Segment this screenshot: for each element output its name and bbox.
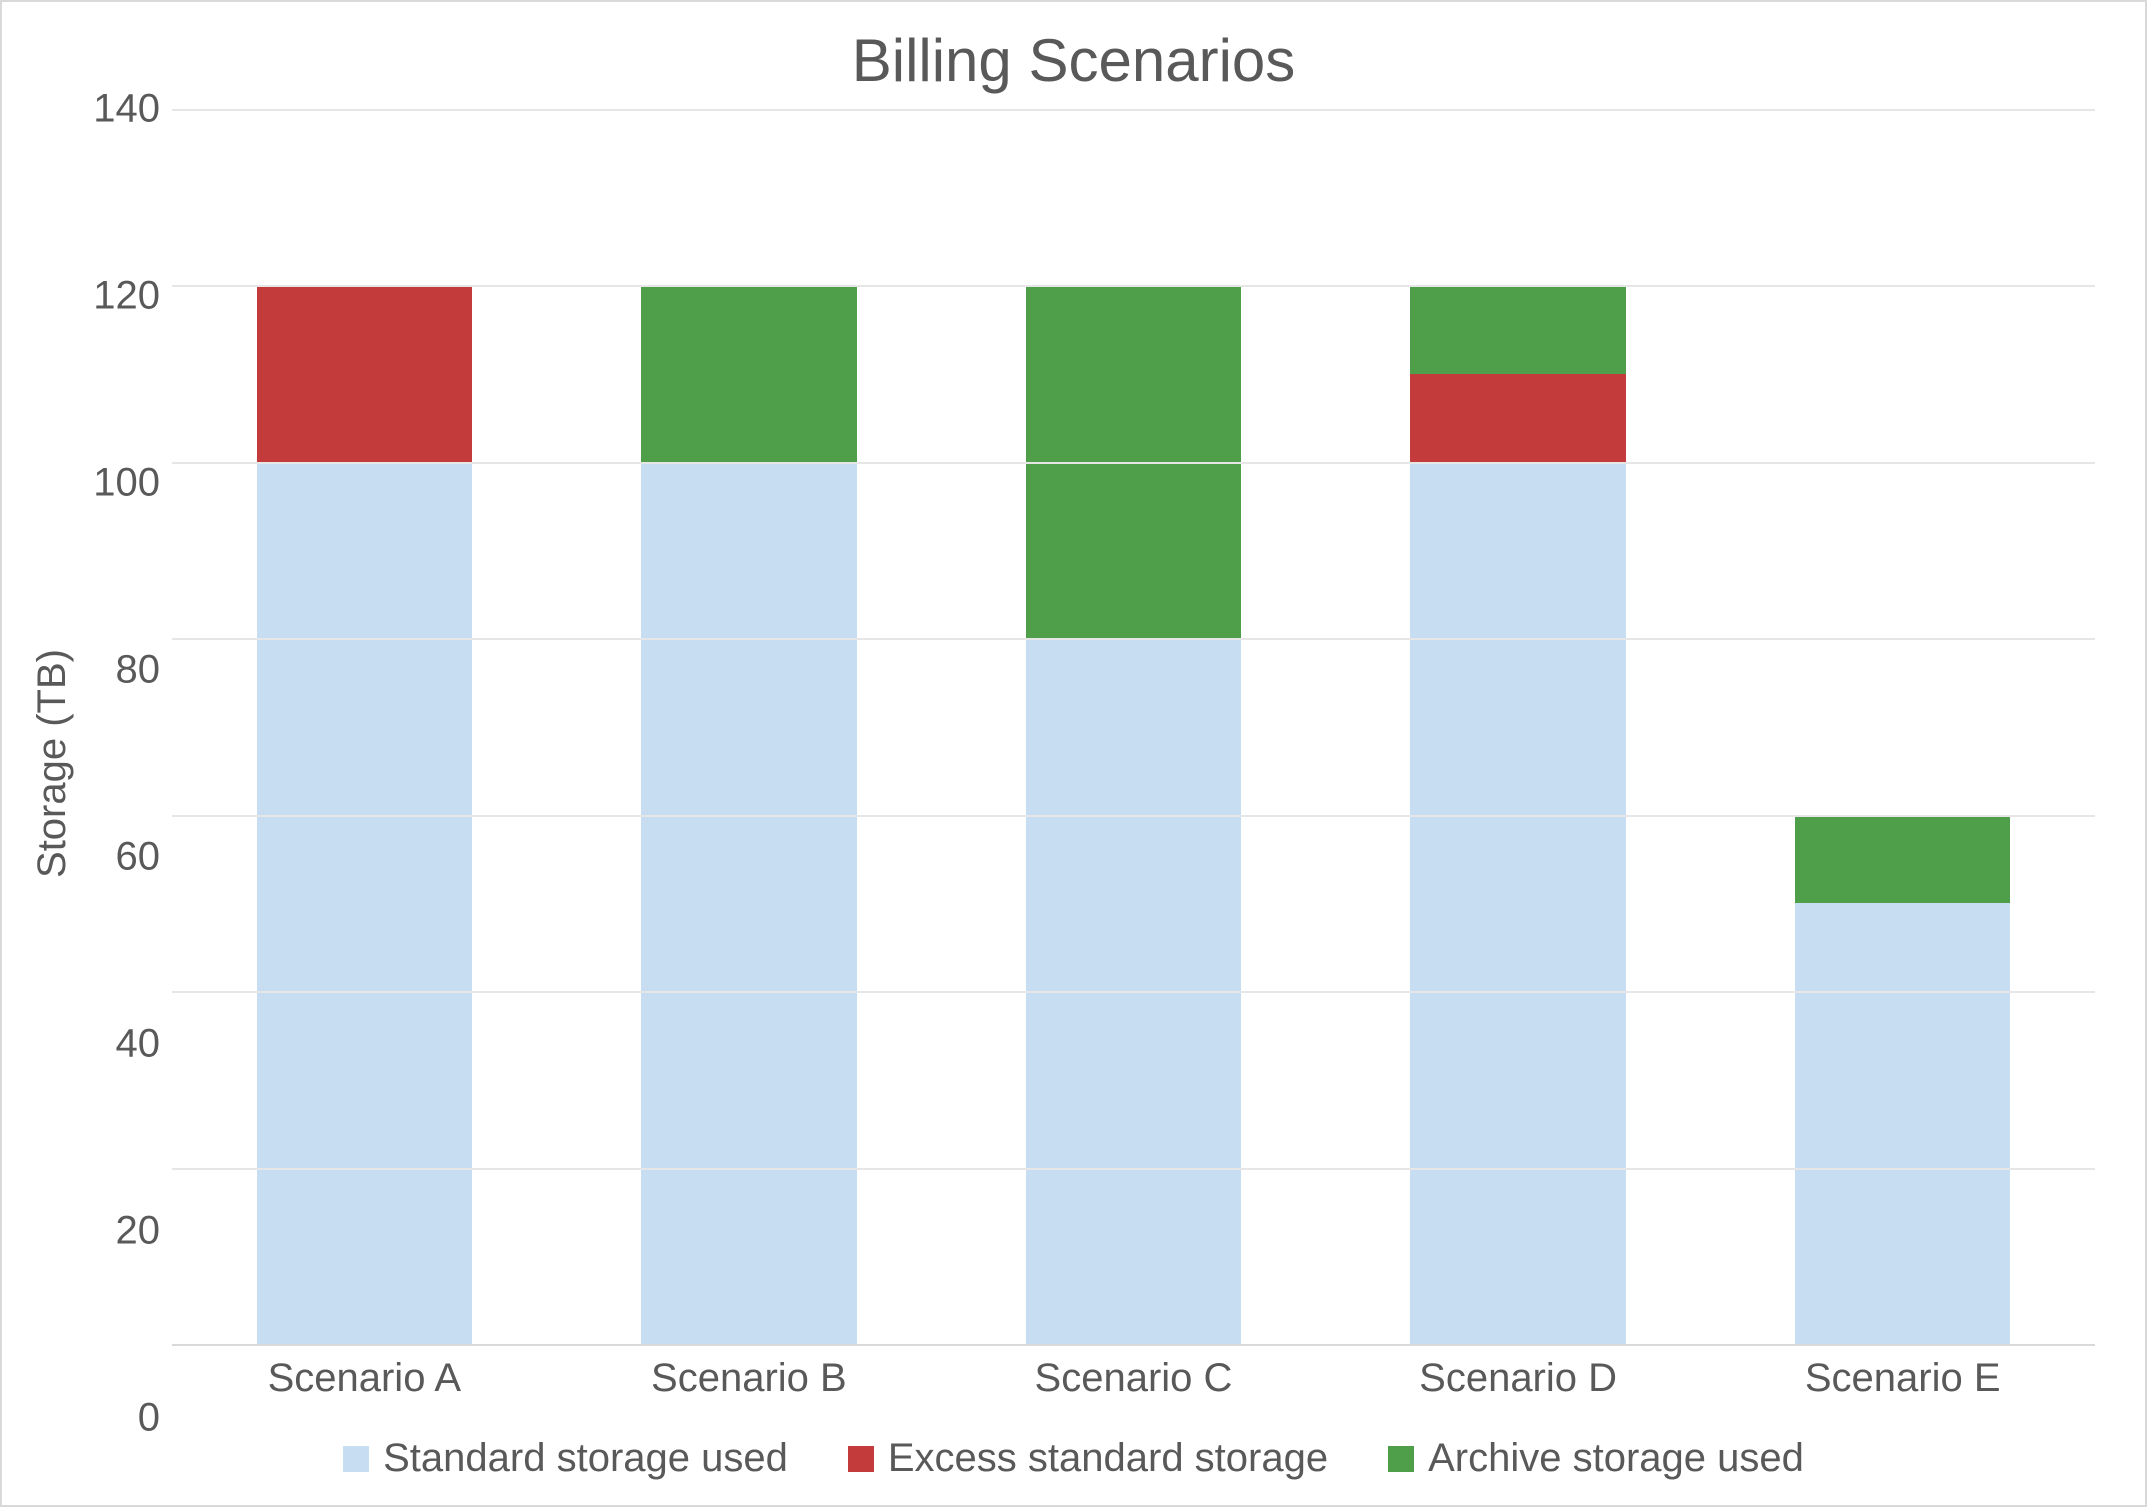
bar-segment [641, 285, 856, 461]
y-tick-label: 80 [116, 648, 161, 693]
right-pad [2095, 109, 2125, 1418]
y-tick-label: 140 [93, 87, 160, 132]
y-axis-label: Storage (TB) [30, 649, 75, 878]
chart-title: Billing Scenarios [22, 26, 2125, 95]
x-tick-label: Scenario E [1710, 1346, 2095, 1418]
gridline [172, 109, 2095, 111]
legend-swatch [848, 1446, 874, 1472]
bar-segment [1795, 903, 2010, 1344]
legend-swatch [1388, 1446, 1414, 1472]
legend-label: Standard storage used [383, 1436, 788, 1481]
bar-segment [1410, 374, 1625, 462]
bars-layer [172, 109, 2095, 1344]
bar-slot [557, 109, 942, 1344]
y-tick-label: 20 [116, 1209, 161, 1254]
legend-item: Archive storage used [1388, 1436, 1804, 1481]
legend-label: Archive storage used [1428, 1436, 1804, 1481]
y-tick-label: 40 [116, 1022, 161, 1067]
stacked-bar [1795, 815, 2010, 1344]
legend: Standard storage used Excess standard sto… [22, 1418, 2125, 1485]
bar-slot [1326, 109, 1711, 1344]
bar-segment [1795, 815, 2010, 903]
bar-slot [1710, 109, 2095, 1344]
x-tick-label: Scenario D [1326, 1346, 1711, 1418]
legend-item: Excess standard storage [848, 1436, 1328, 1481]
gridline [172, 1168, 2095, 1170]
bar-segment [257, 285, 472, 461]
gridline [172, 285, 2095, 287]
gridline [172, 815, 2095, 817]
bar-segment [641, 462, 856, 1344]
x-axis-ticks: Scenario AScenario BScenario CScenario D… [172, 1346, 2095, 1418]
y-axis-ticks: 020406080100120140 [82, 109, 172, 1418]
bar-segment [1410, 285, 1625, 373]
x-tick-label: Scenario B [557, 1346, 942, 1418]
plot-col: Scenario AScenario BScenario CScenario D… [172, 109, 2095, 1418]
y-tick-label: 120 [93, 274, 160, 319]
y-tick-label: 0 [138, 1396, 160, 1441]
y-axis-label-col: Storage (TB) [22, 109, 82, 1418]
gridline [172, 991, 2095, 993]
bar-segment [257, 462, 472, 1344]
x-tick-label: Scenario A [172, 1346, 557, 1418]
x-tick-label: Scenario C [941, 1346, 1326, 1418]
y-tick-label: 100 [93, 461, 160, 506]
gridline [172, 638, 2095, 640]
chart-frame: Billing Scenarios Storage (TB) 0 20 40 60 80… [0, 0, 2147, 1507]
bar-slot [172, 109, 557, 1344]
legend-swatch [343, 1446, 369, 1472]
y-tick-label: 60 [116, 835, 161, 880]
bar-segment [1410, 462, 1625, 1344]
plot-row: Storage (TB) 020406080100120140 Scenario… [22, 109, 2125, 1418]
bar-slot [941, 109, 1326, 1344]
gridline [172, 462, 2095, 464]
legend-label: Excess standard storage [888, 1436, 1328, 1481]
plot-area [172, 109, 2095, 1346]
legend-item: Standard storage used [343, 1436, 788, 1481]
